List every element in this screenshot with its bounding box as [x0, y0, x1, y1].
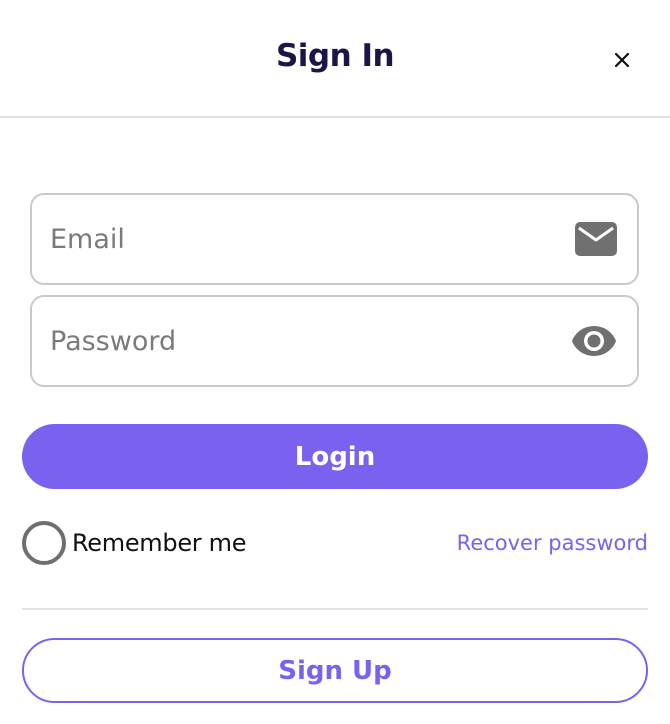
eye-icon: [572, 326, 616, 356]
sign-up-button[interactable]: Sign Up: [22, 638, 648, 703]
close-button[interactable]: [606, 44, 638, 76]
sign-in-dialog: Sign In Login Remember me: [0, 0, 670, 724]
recover-password-link[interactable]: Recover password: [457, 528, 648, 558]
close-icon: [615, 53, 629, 67]
remember-me-radio[interactable]: [22, 521, 66, 565]
email-field: [30, 193, 639, 285]
login-button[interactable]: Login: [22, 424, 648, 489]
remember-me-label: Remember me: [72, 529, 247, 557]
password-field: [30, 295, 639, 387]
email-icon-wrap: [575, 195, 617, 283]
password-input[interactable]: [50, 297, 560, 385]
dialog-title: Sign In: [275, 38, 395, 74]
toggle-password-visibility[interactable]: [571, 297, 617, 385]
dialog-header: Sign In: [0, 0, 670, 118]
email-input[interactable]: [50, 195, 560, 283]
envelope-icon: [575, 222, 617, 256]
divider: [22, 608, 648, 610]
remember-me-toggle[interactable]: Remember me: [22, 517, 247, 569]
